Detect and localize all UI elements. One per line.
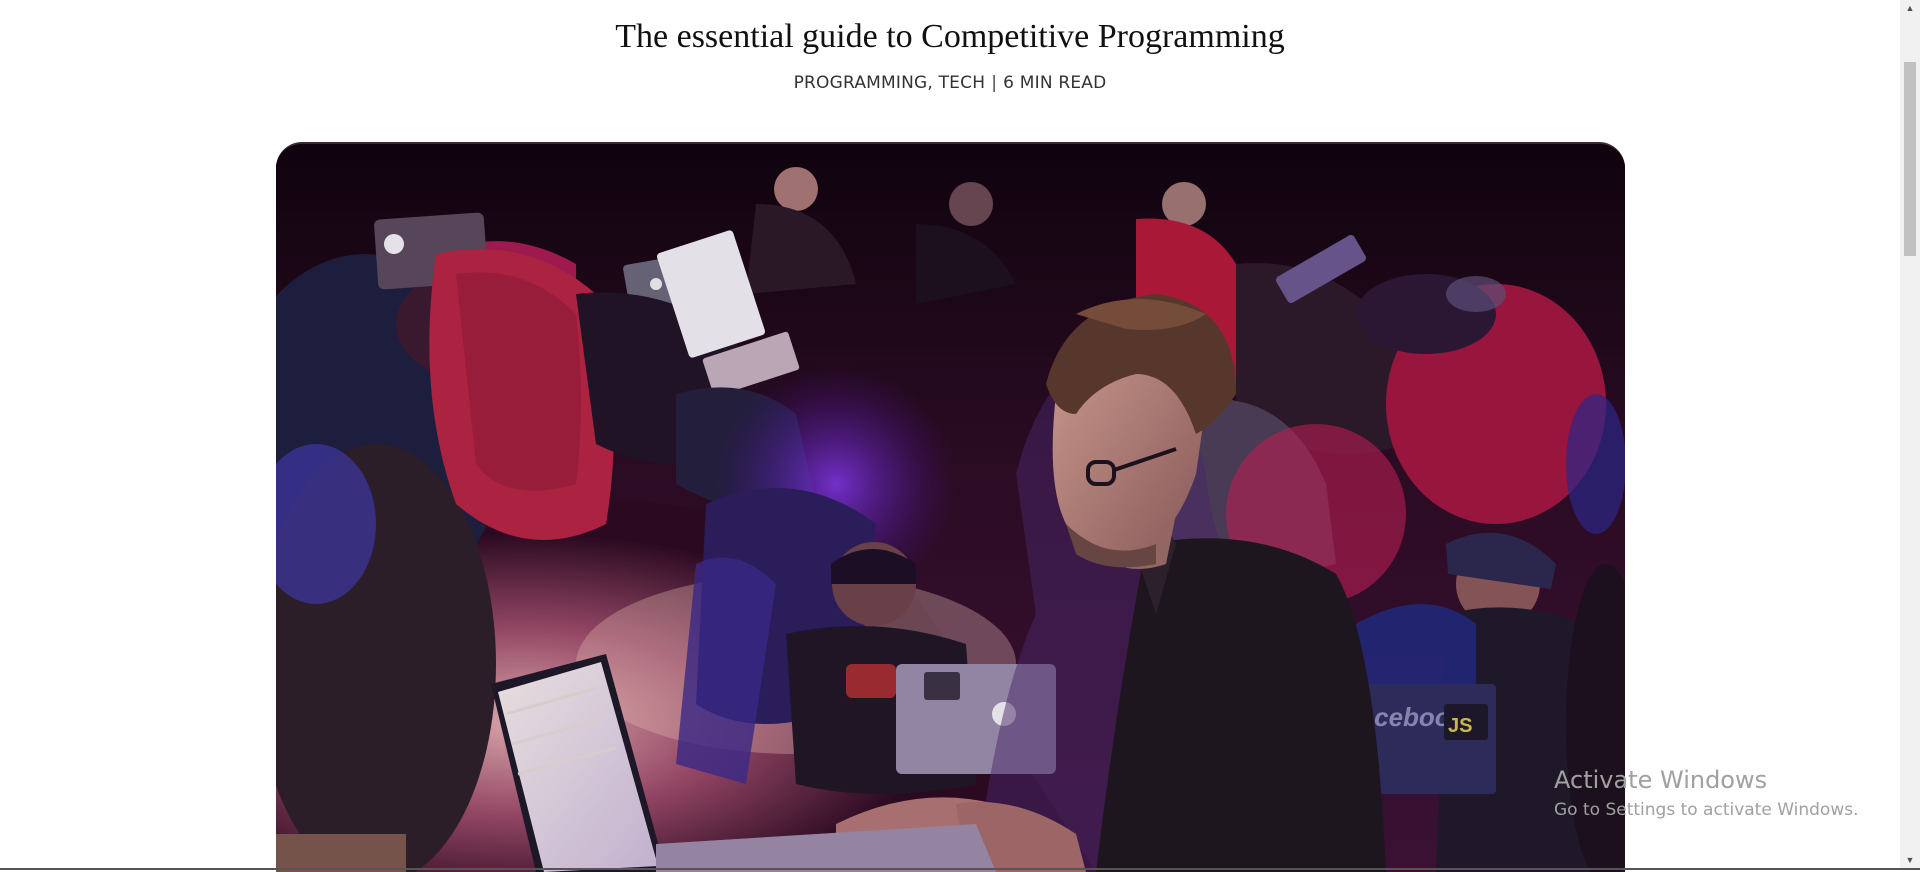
hero-image: facebook JS xyxy=(276,142,1625,872)
scroll-up-arrow-icon[interactable]: ▲ xyxy=(1900,0,1920,16)
meta-separator: | xyxy=(991,73,998,93)
vertical-scrollbar[interactable]: ▲ ▼ xyxy=(1900,0,1920,868)
article-meta: PROGRAMMING, TECH | 6 MIN READ xyxy=(0,73,1900,93)
article-categories[interactable]: PROGRAMMING, TECH xyxy=(794,73,986,93)
hero-photo-illustration: facebook JS xyxy=(276,144,1625,872)
scroll-down-arrow-icon[interactable]: ▼ xyxy=(1900,852,1920,868)
scroll-thumb[interactable] xyxy=(1904,62,1916,256)
article-page: The essential guide to Competitive Progr… xyxy=(0,0,1900,872)
page-title: The essential guide to Competitive Progr… xyxy=(615,18,1285,55)
read-time: 6 MIN READ xyxy=(1003,73,1107,93)
